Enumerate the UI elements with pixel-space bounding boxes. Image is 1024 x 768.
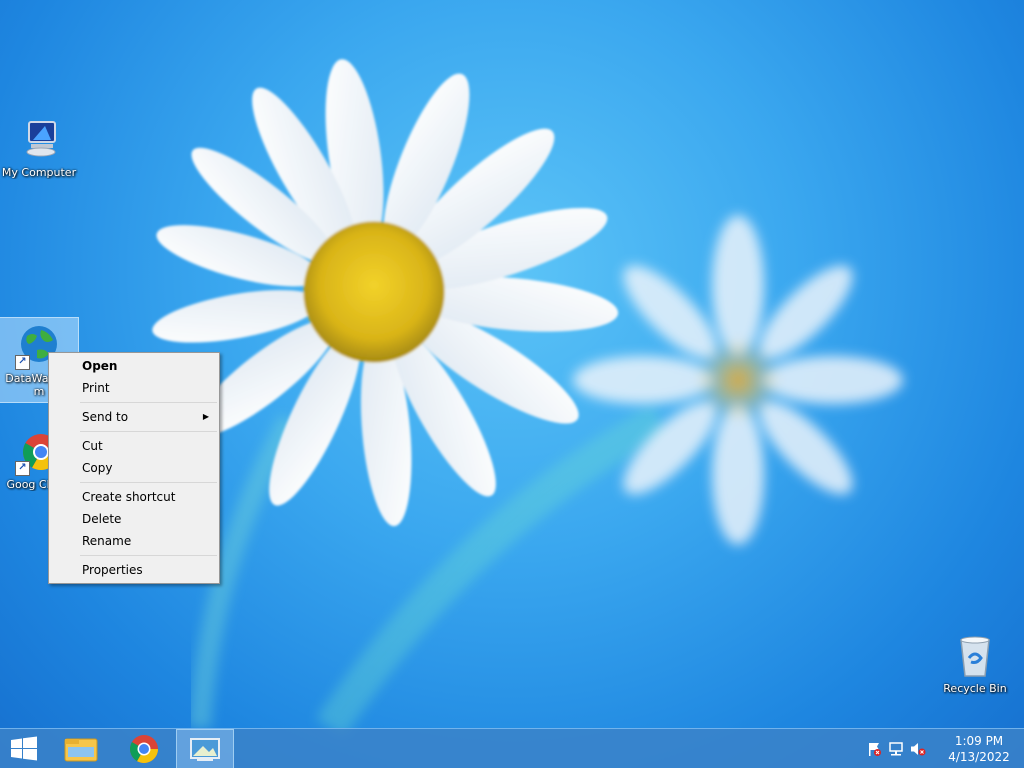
menu-separator [80,555,217,556]
menu-item-cut[interactable]: Cut [49,435,219,457]
menu-item-copy[interactable]: Copy [49,457,219,479]
menu-item-create-shortcut[interactable]: Create shortcut [49,486,219,508]
desktop-icon-label: My Computer [1,166,77,179]
menu-item-send-to[interactable]: Send to ▶ [49,406,219,428]
start-button[interactable] [0,729,48,768]
menu-item-rename[interactable]: Rename [49,530,219,552]
file-explorer-icon [64,738,98,762]
clock-date: 4/13/2022 [948,750,1010,764]
taskbar-clock[interactable]: 1:09 PM 4/13/2022 [944,733,1014,765]
action-center-flag-icon[interactable] [866,741,882,757]
menu-separator [80,431,217,432]
system-tray [858,729,928,768]
clock-time: 1:09 PM [954,734,1004,748]
desktop-icon-recycle-bin[interactable]: Recycle Bin [936,628,1014,695]
menu-separator [80,482,217,483]
menu-separator [80,402,217,403]
recycle-bin-icon [951,632,999,680]
menu-item-print[interactable]: Print [49,377,219,399]
taskbar: 1:09 PM 4/13/2022 [0,728,1024,768]
start-icon [11,736,37,761]
shortcut-arrow-icon: ↗ [15,355,30,370]
desktop[interactable]: My Computer ↗ DataWag...om ↗ Goog Chron … [0,0,1024,768]
taskbar-file-explorer-button[interactable] [54,729,110,768]
taskbar-active-app-button[interactable] [176,729,234,768]
desktop-icon-my-computer[interactable]: My Computer [0,112,78,179]
shortcut-arrow-icon: ↗ [15,461,30,476]
network-icon[interactable] [888,741,904,757]
menu-item-properties[interactable]: Properties [49,559,219,581]
taskbar-chrome-button[interactable] [116,729,172,768]
menu-item-open[interactable]: Open [49,355,219,377]
menu-item-delete[interactable]: Delete [49,508,219,530]
computer-icon [15,116,63,164]
menu-item-send-to-label: Send to [82,410,129,424]
desktop-app-icon [190,738,220,761]
volume-muted-icon[interactable] [910,741,926,757]
desktop-icon-label: Recycle Bin [943,682,1007,695]
chrome-icon [130,735,158,763]
submenu-arrow-icon: ▶ [202,412,209,421]
context-menu: Open Print Send to ▶ Cut Copy Create sho… [48,352,220,584]
